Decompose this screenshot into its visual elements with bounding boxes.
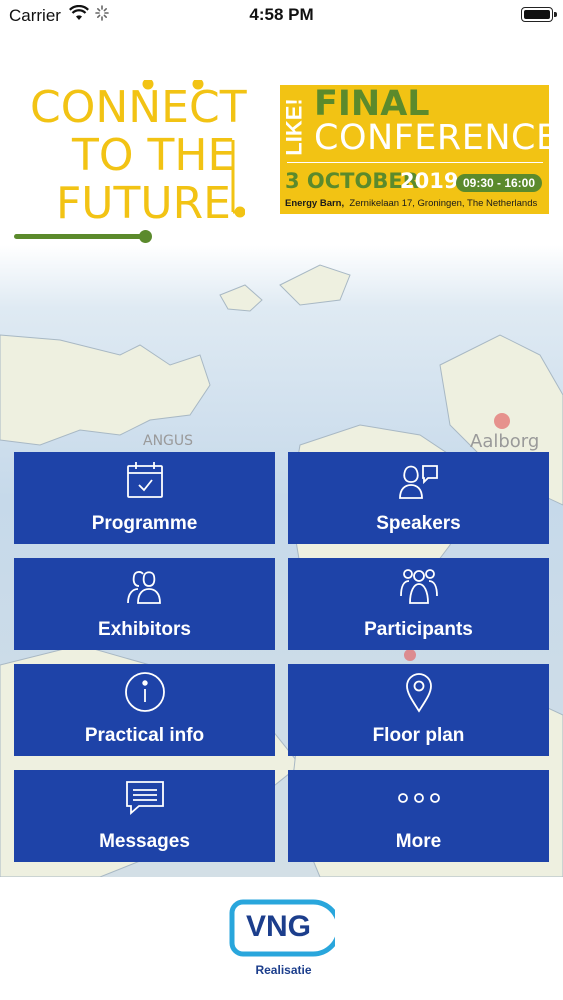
more-label: More [395,831,442,852]
exhibitors-button[interactable]: Exhibitors [14,558,275,650]
event-year: 2019 [400,169,459,193]
programme-label: Programme [91,513,198,534]
venue-address: Zernikelaan 17, Groningen, The Netherlan… [349,198,538,209]
messages-button[interactable]: Messages [14,770,275,862]
exhibitors-icon [126,571,161,604]
participants-button[interactable]: Participants [288,558,549,650]
svg-text:Aalborg: Aalborg [470,431,539,452]
more-dots-icon [397,793,440,803]
more-button[interactable]: More [288,770,549,862]
programme-button[interactable]: Programme [14,452,275,544]
circuit-decoration [142,80,245,218]
banner-accent-dot [139,230,152,243]
speakers-icon [398,465,438,499]
floor-plan-label: Floor plan [372,725,465,746]
floor-plan-button[interactable]: Floor plan [288,664,549,756]
battery-icon [521,7,557,22]
like-label: LIKE! [281,98,307,156]
status-bar: Carrier 4:58 PM [0,0,563,32]
message-icon [125,781,164,815]
banner-accent-line [14,234,146,239]
participants-icon [399,569,438,604]
svg-text:ANGUS: ANGUS [143,433,193,449]
speakers-label: Speakers [376,513,461,534]
clock-time: 4:58 PM [249,5,314,24]
location-pin-icon [405,673,432,713]
event-date: 3 OCTOBER [285,169,419,193]
practical-info-label: Practical info [84,725,205,746]
conference-label: CONFERENCE [314,118,559,158]
exhibitors-label: Exhibitors [98,619,191,640]
event-time-badge: 09:30 - 16:00 [456,174,542,192]
event-venue: Energy Barn, Zernikelaan 17, Groningen, … [285,198,537,209]
info-icon [124,672,165,712]
vng-logo-text: VNG [246,910,312,943]
conference-divider [287,162,543,163]
realisatie-label: Realisatie [255,963,312,977]
messages-label: Messages [99,831,190,852]
calendar-check-icon [126,462,163,498]
speakers-button[interactable]: Speakers [288,452,549,544]
practical-info-button[interactable]: Practical info [14,664,275,756]
venue-name: Energy Barn, [285,198,345,209]
participants-label: Participants [364,619,473,640]
